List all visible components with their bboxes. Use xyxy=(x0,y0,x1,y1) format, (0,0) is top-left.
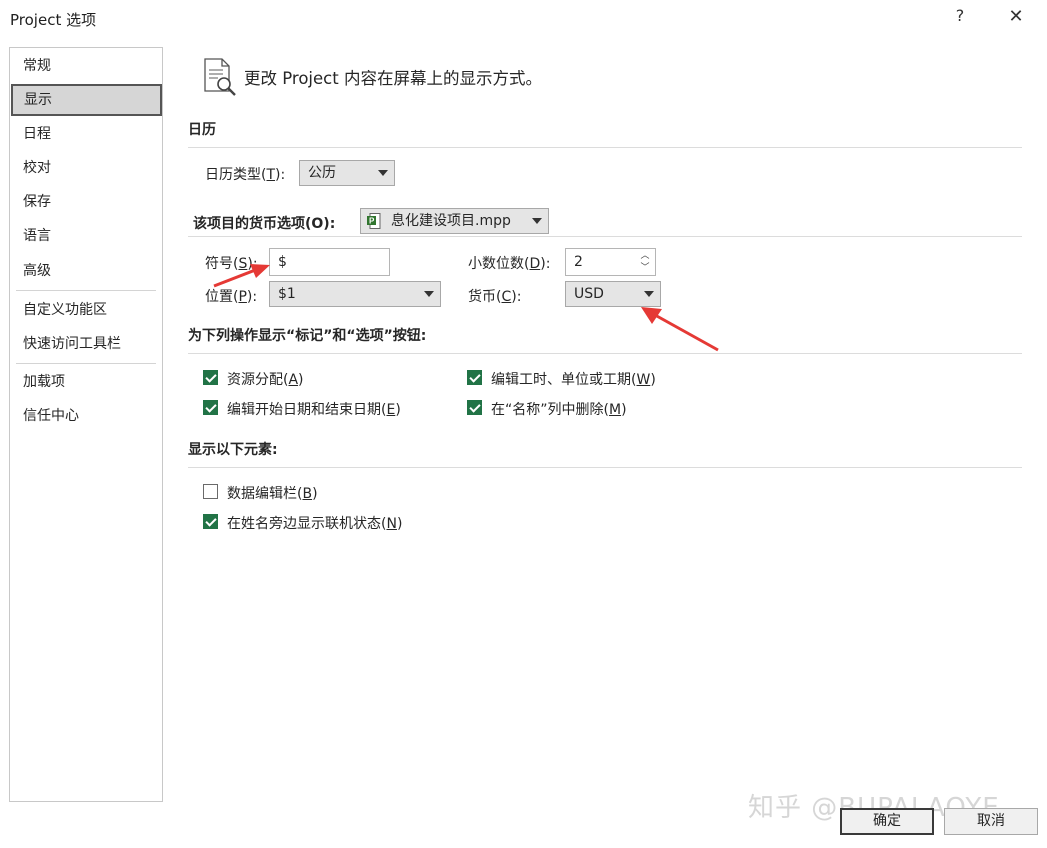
checkbox-label-delete-in-name-column: 在“名称”列中删除(M) xyxy=(491,402,627,418)
sidebar-item-general[interactable]: 常规 xyxy=(10,50,162,82)
annotation-arrows xyxy=(213,264,719,352)
annotation-arrow-currency xyxy=(641,307,719,352)
document-magnifier-icon xyxy=(202,57,238,97)
sidebar-item-save[interactable]: 保存 xyxy=(10,186,162,218)
checkbox-label-entry-bar: 数据编辑栏(B) xyxy=(227,486,318,502)
annotation-arrow-symbol xyxy=(213,264,270,288)
cancel-button[interactable]: 取消 xyxy=(944,808,1038,835)
checkbox-label-edit-start-finish-dates: 编辑开始日期和结束日期(E) xyxy=(227,402,401,418)
checkbox-delete-in-name-column[interactable] xyxy=(467,400,482,415)
chevron-down-icon xyxy=(532,218,542,224)
close-button[interactable]: ✕ xyxy=(1004,6,1028,30)
window-title: Project 选项 xyxy=(10,11,97,29)
sidebar-item-trust-center[interactable]: 信任中心 xyxy=(10,400,162,432)
checkbox-label-edit-work-units-duration: 编辑工时、单位或工期(W) xyxy=(491,372,656,388)
sidebar-item-customize-ribbon[interactable]: 自定义功能区 xyxy=(10,294,162,326)
sidebar-divider xyxy=(16,363,156,364)
page-description: 更改 Project 内容在屏幕上的显示方式。 xyxy=(244,69,542,88)
currency-project-dropdown[interactable]: P 息化建设项目.mpp xyxy=(360,208,549,234)
section-divider xyxy=(188,147,1022,148)
checkbox-edit-work-units-duration[interactable] xyxy=(467,370,482,385)
section-divider xyxy=(188,467,1022,468)
sidebar-item-advanced[interactable]: 高级 xyxy=(10,255,162,287)
checkbox-label-online-status: 在姓名旁边显示联机状态(N) xyxy=(227,516,403,532)
checkbox-edit-start-finish-dates[interactable] xyxy=(203,400,218,415)
checkbox-entry-bar[interactable] xyxy=(203,484,218,499)
sidebar-item-language[interactable]: 语言 xyxy=(10,220,162,252)
calendar-type-dropdown[interactable]: 公历 xyxy=(299,160,395,186)
section-title-currency: 该项目的货币选项(O): xyxy=(193,216,336,232)
help-button[interactable]: ? xyxy=(950,6,970,30)
checkbox-online-status[interactable] xyxy=(203,514,218,529)
options-sidebar: 常规 显示 日程 校对 保存 语言 高级 自定义功能区 快速访问工具栏 加载项 … xyxy=(9,47,163,802)
calendar-type-label: 日历类型(T): xyxy=(205,167,286,183)
svg-text:P: P xyxy=(369,217,375,226)
ok-button[interactable]: 确定 xyxy=(840,808,934,835)
calendar-type-value: 公历 xyxy=(308,165,336,181)
sidebar-item-proofing[interactable]: 校对 xyxy=(10,152,162,184)
sidebar-item-quick-access-toolbar[interactable]: 快速访问工具栏 xyxy=(10,328,162,360)
sidebar-item-add-ins[interactable]: 加载项 xyxy=(10,366,162,398)
sidebar-item-display[interactable]: 显示 xyxy=(11,84,162,116)
checkbox-label-resource-assignment: 资源分配(A) xyxy=(227,372,304,388)
sidebar-divider xyxy=(16,290,156,291)
project-file-icon: P xyxy=(367,213,381,229)
section-divider xyxy=(188,236,1022,237)
section-title-show-elements: 显示以下元素: xyxy=(188,442,278,458)
section-title-calendar: 日历 xyxy=(188,122,216,138)
checkbox-resource-assignment[interactable] xyxy=(203,370,218,385)
currency-project-value: 息化建设项目.mpp xyxy=(391,213,511,229)
chevron-down-icon xyxy=(378,170,388,176)
sidebar-item-schedule[interactable]: 日程 xyxy=(10,118,162,150)
